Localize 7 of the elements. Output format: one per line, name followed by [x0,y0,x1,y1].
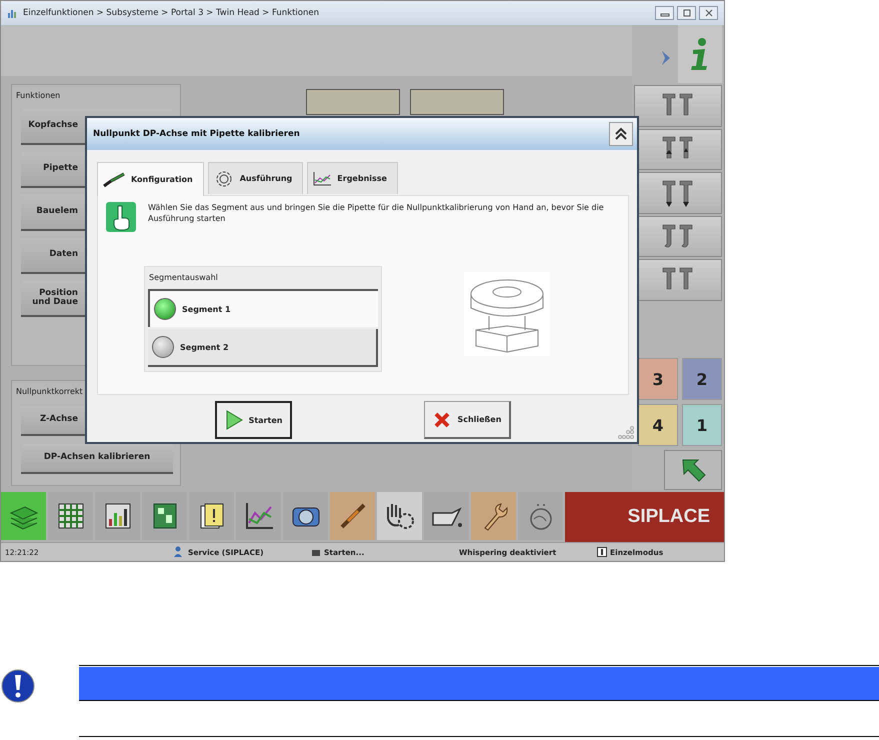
panel-title: Nullpunktkorrekt [15,386,84,398]
instruction-text: Wählen Sie das Segment aus und bringen Sie die Pipette für die Nullpunktkalibrierung von Hand an, bevor Sie die Ausführung starten [148,202,605,224]
dialog-title: Nullpunkt DP-Achse mit Pipette kalibrieren [93,129,300,139]
group-title: Segmentauswahl [148,272,219,284]
brand-logo: SIPLACE [565,492,724,542]
breadcrumb: Einzelfunktionen > Subsysteme > Portal 3 > Twin Head > Funktionen [23,8,319,18]
panel-title: Funktionen [15,90,62,102]
